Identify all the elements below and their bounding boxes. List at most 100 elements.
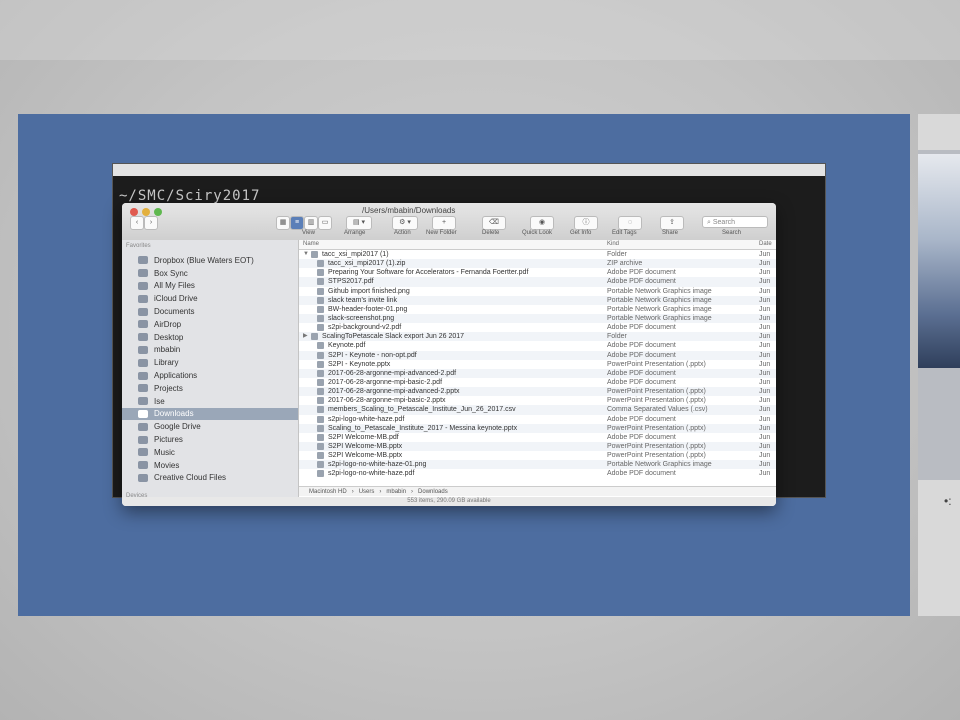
file-name: slack-screenshot.png [328, 314, 395, 322]
disclosure-expanded-icon[interactable]: ▼ [303, 250, 309, 259]
sidebar-item[interactable]: Projects [122, 382, 298, 395]
file-row[interactable]: STPS2017.pdf Adobe PDF document Jun [299, 277, 776, 287]
quick-look-button[interactable]: ◉ [530, 216, 554, 230]
file-row[interactable]: s2pi-logo-no-white-haze-01.png Portable N… [299, 460, 776, 470]
path-component[interactable]: Downloads [418, 489, 448, 495]
column-view-icon[interactable]: ▥ [304, 216, 318, 230]
path-component[interactable]: mbabin [386, 489, 406, 495]
file-kind: PowerPoint Presentation (.pptx) [607, 442, 706, 450]
file-row[interactable]: S2PI - Keynote.pptx PowerPoint Presentati… [299, 360, 776, 369]
dropbox-icon [138, 256, 148, 265]
file-row[interactable]: 2017-06-28-argonne-mpi-basic-2.pptx Power… [299, 396, 776, 405]
file-row[interactable]: S2PI - Keynote - non-opt.pdf Adobe PDF do… [299, 350, 776, 360]
file-row[interactable]: BW-header-footer-01.png Portable Network … [299, 305, 776, 314]
file-row[interactable]: Scaling_to_Petascale_Institute_2017 - Me… [299, 423, 776, 433]
airdrop-icon [138, 320, 148, 329]
quick-look-label: Quick Look [522, 230, 553, 236]
new-folder-button[interactable]: + [432, 216, 456, 230]
file-row[interactable]: Preparing Your Software for Accelerators… [299, 268, 776, 277]
file-row[interactable]: tacc_xsi_mpi2017 (1).zip ZIP archive Jun [299, 259, 776, 269]
file-row[interactable]: S2PI Welcome-MB.pptx PowerPoint Presentat… [299, 441, 776, 452]
zoom-window-button[interactable] [154, 208, 162, 216]
file-row[interactable]: 2017-06-28-argonne-mpi-advanced-2.pptx Po… [299, 387, 776, 397]
folder-icon [138, 307, 148, 316]
sidebar-item[interactable]: Pictures [122, 433, 298, 446]
sidebar-item[interactable]: AirDrop [122, 318, 298, 331]
edit-tags-button[interactable]: ◌ [618, 216, 642, 230]
finder-window[interactable]: /Users/mbabin/Downloads ‹ › ▦ ≡ ▥ ▭ View… [122, 203, 776, 506]
arrange-button[interactable]: ▤ ▾ [346, 216, 372, 230]
folder-icon [311, 251, 318, 258]
forward-button[interactable]: › [144, 216, 158, 230]
file-row[interactable]: Github import finished.png Portable Netwo… [299, 287, 776, 296]
column-name-header[interactable]: Name [303, 241, 319, 247]
file-row[interactable]: ▼ tacc_xsi_mpi2017 (1) Folder Jun [299, 250, 776, 259]
file-row[interactable]: slack-screenshot.png Portable Network Gra… [299, 313, 776, 324]
close-window-button[interactable] [130, 208, 138, 216]
sidebar-item[interactable]: Applications [122, 369, 298, 382]
file-name: S2PI Welcome-MB.pdf [328, 433, 399, 441]
window-title: /Users/mbabin/Downloads [362, 206, 456, 215]
cover-flow-icon[interactable]: ▭ [318, 216, 332, 230]
sidebar-item[interactable]: All My Files [122, 280, 298, 293]
file-row[interactable]: S2PI Welcome-MB.pptx PowerPoint Presentat… [299, 451, 776, 460]
sidebar-item[interactable]: Desktop [122, 331, 298, 344]
file-icon [317, 378, 324, 386]
column-date-header[interactable]: Date [759, 241, 772, 247]
sidebar-item[interactable]: Creative Cloud Files [122, 472, 298, 485]
file-row[interactable]: members_Scaling_to_Petascale_Institute_J… [299, 405, 776, 415]
sidebar-item[interactable]: iCloud Drive [122, 292, 298, 305]
file-date: Jun [759, 452, 771, 460]
file-name: S2PI - Keynote.pptx [328, 360, 391, 368]
sidebar-item[interactable]: mbabin [122, 344, 298, 357]
file-icon [317, 296, 324, 304]
sidebar-item[interactable]: Box Sync [122, 267, 298, 280]
back-button[interactable]: ‹ [130, 216, 144, 230]
sidebar-item-label: Library [154, 358, 179, 368]
sidebar-item-label: Applications [154, 371, 198, 381]
sidebar-item[interactable]: Movies [122, 459, 298, 472]
sidebar-item-label: Pictures [154, 435, 183, 445]
file-row[interactable]: Keynote.pdf Adobe PDF document Jun [299, 341, 776, 350]
file-icon [317, 351, 324, 359]
sidebar-item[interactable]: Library [122, 356, 298, 369]
sidebar-item[interactable]: Ise [122, 395, 298, 408]
file-row[interactable]: s2pi-logo-white-haze.pdf Adobe PDF docume… [299, 415, 776, 424]
sidebar-item-label: Movies [154, 460, 180, 470]
file-kind: Folder [607, 333, 627, 341]
applications-icon [138, 371, 148, 380]
file-date: Jun [759, 269, 771, 277]
file-row[interactable]: s2pi-logo-no-white-haze.pdf Adobe PDF doc… [299, 469, 776, 478]
column-kind-header[interactable]: Kind [607, 241, 619, 247]
search-input[interactable]: ⌕ Search [702, 216, 768, 228]
file-date: Jun [759, 406, 771, 414]
sidebar-item[interactable]: Music [122, 446, 298, 459]
minimize-window-button[interactable] [142, 208, 150, 216]
file-row[interactable]: 2017-06-28-argonne-mpi-advanced-2.pdf Ado… [299, 368, 776, 378]
file-row[interactable]: 2017-06-28-argonne-mpi-basic-2.pdf Adobe … [299, 378, 776, 387]
path-component[interactable]: Users [359, 489, 375, 495]
list-view-icon[interactable]: ≡ [290, 216, 304, 230]
sidebar-item[interactable]: Dropbox (Blue Waters EOT) [122, 254, 298, 267]
icon-view-icon[interactable]: ▦ [276, 216, 290, 230]
sidebar-item[interactable]: Google Drive [122, 420, 298, 433]
path-component[interactable]: Macintosh HD [309, 489, 347, 495]
file-row[interactable]: ▶ ScalingToPetascale Slack export Jun 26 … [299, 332, 776, 342]
share-button[interactable]: ⇪ [660, 216, 684, 230]
sidebar-item-label: mbabin [154, 345, 181, 355]
sidebar-item[interactable]: Downloads [122, 407, 298, 421]
file-row[interactable]: S2PI Welcome-MB.pdf Adobe PDF document Jun [299, 433, 776, 442]
file-row[interactable]: s2pi-background-v2.pdf Adobe PDF document… [299, 323, 776, 332]
terminal-titlebar[interactable] [113, 164, 825, 176]
disclosure-collapsed-icon[interactable]: ▶ [303, 332, 308, 341]
folder-icon [138, 397, 148, 406]
file-icon [317, 433, 324, 441]
get-info-button[interactable]: ⓘ [574, 216, 598, 230]
sidebar-item[interactable]: Documents [122, 305, 298, 318]
view-label: View [302, 230, 315, 236]
file-row[interactable]: slack team's invite link Portable Network… [299, 295, 776, 305]
sidebar-item-label: Desktop [154, 332, 184, 342]
delete-button[interactable]: ⌫ [482, 216, 506, 230]
file-date: Jun [759, 278, 771, 286]
action-button[interactable]: ⚙ ▾ [392, 216, 418, 230]
